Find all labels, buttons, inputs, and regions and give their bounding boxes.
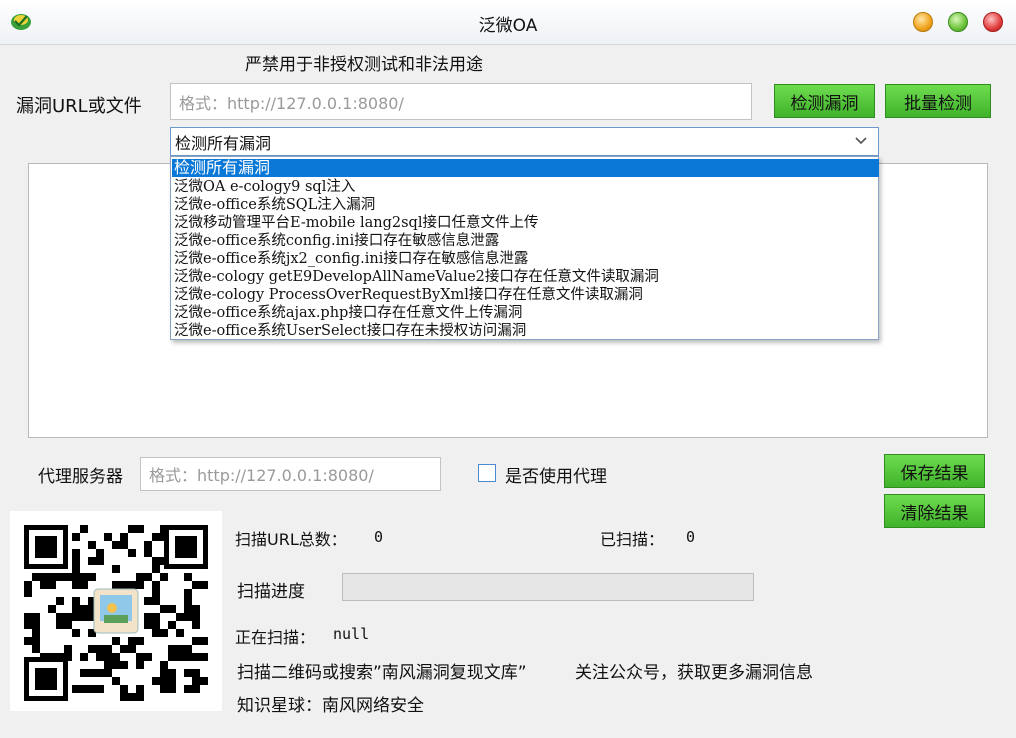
scanned-value: 0 — [686, 528, 696, 546]
url-input[interactable]: 格式：http://127.0.0.1:8080/ — [170, 83, 752, 120]
vuln-select-value: 检测所有漏洞 — [175, 133, 272, 153]
maximize-icon[interactable] — [948, 12, 968, 32]
follow-hint-text: 关注公众号，获取更多漏洞信息 — [575, 663, 813, 683]
proxy-label: 代理服务器 — [38, 467, 123, 487]
check-vuln-button[interactable]: 检测漏洞 — [774, 84, 875, 118]
url-label: 漏洞URL或文件 — [16, 96, 142, 117]
close-icon[interactable] — [983, 12, 1003, 32]
progress-label: 扫描进度 — [237, 582, 305, 602]
dropdown-option[interactable]: 泛微e-office系统UserSelect接口存在未授权访问漏洞 — [174, 322, 526, 340]
dropdown-option[interactable]: 泛微e-cology getE9DevelopAllNameValue2接口存在… — [174, 268, 659, 286]
minimize-icon[interactable] — [913, 12, 933, 32]
use-proxy-checkbox[interactable] — [478, 464, 496, 482]
window-title: 泛微OA — [478, 16, 538, 36]
dropdown-option[interactable]: 泛微移动管理平台E-mobile lang2sql接口任意文件上传 — [174, 214, 538, 232]
use-proxy-label: 是否使用代理 — [505, 467, 607, 487]
clear-results-button[interactable]: 清除结果 — [884, 494, 985, 528]
dropdown-option[interactable]: 泛微e-office系统config.ini接口存在敏感信息泄露 — [174, 232, 499, 250]
total-url-label: 扫描URL总数： — [235, 530, 347, 549]
qr-code-icon — [10, 511, 222, 711]
total-url-value: 0 — [374, 528, 384, 546]
dropdown-option[interactable]: 泛微e-office系统SQL注入漏洞 — [174, 196, 375, 214]
url-input-placeholder: 格式：http://127.0.0.1:8080/ — [179, 93, 404, 113]
vuln-select[interactable]: 检测所有漏洞 — [170, 127, 879, 156]
save-results-button[interactable]: 保存结果 — [884, 454, 985, 488]
scan-progress-bar — [342, 573, 754, 601]
scanning-label: 正在扫描： — [235, 628, 316, 647]
dropdown-option[interactable]: 泛微e-office系统ajax.php接口存在任意文件上传漏洞 — [174, 304, 522, 322]
vuln-dropdown-list[interactable]: 检测所有漏洞 泛微OA e-cology9 sql注入 泛微e-office系统… — [170, 156, 879, 340]
dropdown-option[interactable]: 检测所有漏洞 — [172, 159, 879, 177]
warning-text: 严禁用于非授权测试和非法用途 — [245, 55, 483, 75]
scanning-value: null — [333, 625, 370, 643]
dropdown-option[interactable]: 泛微OA e-cology9 sql注入 — [174, 178, 355, 196]
proxy-input[interactable]: 格式：http://127.0.0.1:8080/ — [140, 457, 441, 491]
dropdown-option[interactable]: 泛微e-cology ProcessOverRequestByXml接口存在任意… — [174, 286, 643, 304]
scanned-label: 已扫描： — [600, 530, 665, 549]
chevron-down-icon — [855, 137, 867, 145]
batch-check-button[interactable]: 批量检测 — [885, 84, 991, 118]
knowledge-planet-text: 知识星球：南风网络安全 — [237, 696, 424, 716]
search-hint-text: 扫描二维码或搜索”南风漏洞复现文库” — [237, 663, 527, 683]
dropdown-option[interactable]: 泛微e-office系统jx2_config.ini接口存在敏感信息泄露 — [174, 250, 528, 268]
proxy-input-placeholder: 格式：http://127.0.0.1:8080/ — [149, 466, 374, 485]
